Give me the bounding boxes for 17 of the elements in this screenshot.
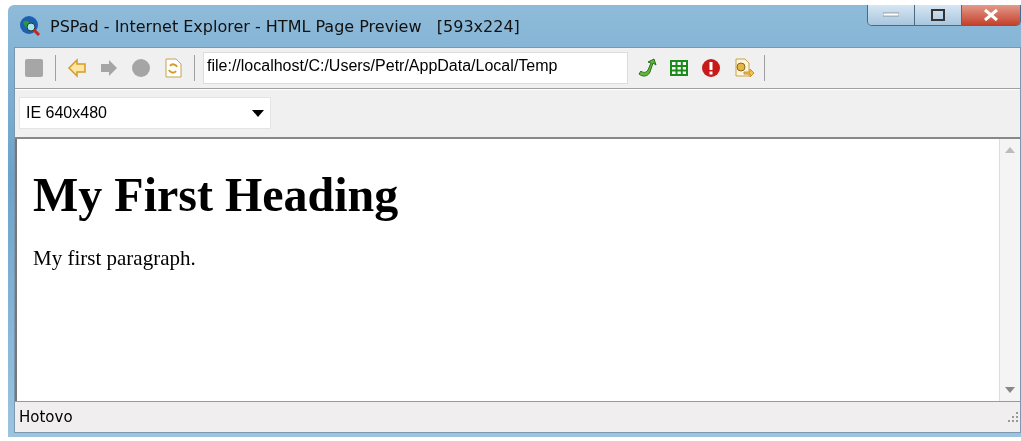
page-paragraph: My first paragraph. [33,246,197,271]
address-field[interactable]: file://localhost/C:/Users/Petr/AppData/Local/Temp [203,52,628,84]
size-dropdown[interactable]: IE 640x480 [19,97,271,129]
close-button[interactable] [961,5,1020,25]
status-text: Hotovo [19,408,73,426]
minimize-icon [883,12,899,18]
scroll-down-icon[interactable] [1005,387,1015,393]
page-heading: My First Heading [33,167,400,222]
resize-grip-icon[interactable] [1008,412,1018,422]
vertical-scrollbar[interactable] [999,139,1020,401]
caret-icon [252,109,264,117]
maximize-button[interactable] [914,5,961,25]
close-icon [983,8,999,22]
window-title: PSPad - Internet Explorer - HTML Page Preview [593x224] [50,16,520,36]
magnifier-globe-icon [18,14,42,38]
maximize-icon [931,9,945,21]
scroll-up-icon[interactable] [1005,147,1015,153]
